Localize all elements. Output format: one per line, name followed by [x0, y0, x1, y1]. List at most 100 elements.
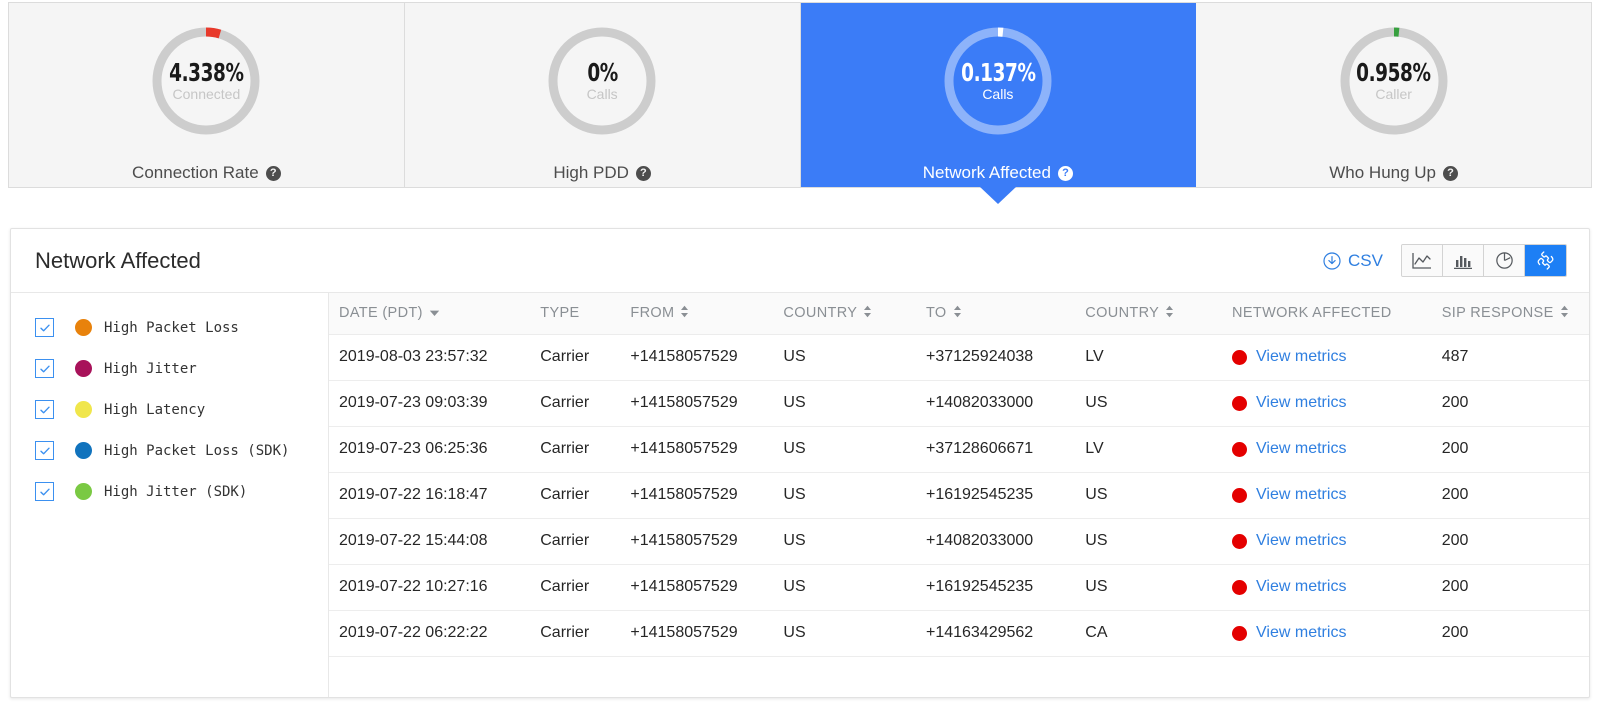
table-row[interactable]: 2019-07-23 06:25:36 Carrier +14158057529…: [329, 426, 1589, 473]
table-row[interactable]: 2019-07-22 16:18:47 Carrier +14158057529…: [329, 472, 1589, 519]
legend-item[interactable]: High Jitter (SDK): [11, 471, 328, 512]
cell-to-country: LV: [1075, 334, 1223, 381]
view-metrics-link[interactable]: View metrics: [1256, 394, 1346, 412]
kpi-card-high-pdd[interactable]: 0% Calls High PDD ?: [404, 3, 801, 187]
cell-sip-response: 200: [1431, 472, 1589, 519]
column-header-label: DATE (PDT): [339, 305, 423, 322]
cell-to: +37125924038: [915, 334, 1076, 381]
cell-type: Carrier: [530, 380, 621, 427]
legend-label: High Latency: [104, 401, 206, 418]
legend-pane: High Packet Loss High Jitter High Latenc…: [11, 293, 329, 697]
pie-chart-icon: [1494, 250, 1515, 271]
cell-to: +14082033000: [915, 518, 1076, 565]
legend-item[interactable]: High Jitter: [11, 348, 328, 389]
help-icon[interactable]: ?: [635, 165, 651, 181]
table-row[interactable]: 2019-07-22 15:44:08 Carrier +14158057529…: [329, 518, 1589, 565]
view-metrics-link[interactable]: View metrics: [1256, 578, 1346, 596]
legend-item[interactable]: High Latency: [11, 389, 328, 430]
column-header-date-pdt[interactable]: DATE (PDT): [329, 293, 531, 335]
legend-checkbox[interactable]: [35, 441, 54, 460]
legend-checkbox[interactable]: [35, 400, 54, 419]
legend-checkbox[interactable]: [35, 318, 54, 337]
column-header-country[interactable]: COUNTRY: [773, 293, 916, 335]
kpi-label-row: Who Hung Up ?: [1329, 163, 1459, 183]
kpi-card-network-affected[interactable]: 0.137% Calls Network Affected ?: [800, 3, 1197, 204]
cell-date[interactable]: 2019-07-22 16:18:47: [329, 472, 531, 519]
column-header-from[interactable]: FROM: [620, 293, 774, 335]
cell-from-country: US: [773, 472, 916, 519]
donut-gauge: 0% Calls: [542, 21, 662, 141]
cell-from: +14158057529: [620, 610, 774, 657]
pie-chart-view-button[interactable]: [1484, 245, 1525, 276]
legend-color-dot: [75, 401, 92, 418]
cell-to: +14082033000: [915, 380, 1076, 427]
sort-both-icon: [680, 305, 689, 322]
kpi-card-connection-rate[interactable]: 4.338% Connected Connection Rate ?: [9, 3, 405, 187]
status-dot: [1232, 533, 1248, 549]
cell-from: +14158057529: [620, 426, 774, 473]
kpi-label-row: High PDD ?: [553, 163, 651, 183]
legend-checkbox[interactable]: [35, 482, 54, 501]
cell-date[interactable]: 2019-07-23 06:25:36: [329, 426, 531, 473]
cell-to-country: CA: [1075, 610, 1223, 657]
column-header-type: TYPE: [530, 293, 621, 335]
table-row[interactable]: 2019-07-22 10:27:16 Carrier +14158057529…: [329, 564, 1589, 611]
view-metrics-link[interactable]: View metrics: [1256, 624, 1346, 642]
view-metrics-link[interactable]: View metrics: [1256, 440, 1346, 458]
view-metrics-link[interactable]: View metrics: [1256, 348, 1346, 366]
cell-date[interactable]: 2019-07-22 15:44:08: [329, 518, 531, 565]
cell-network-affected: View metrics: [1222, 426, 1432, 473]
view-metrics-link[interactable]: View metrics: [1256, 532, 1346, 550]
cell-from-country: US: [773, 610, 916, 657]
status-dot: [1232, 349, 1248, 365]
legend-label: High Packet Loss (SDK): [104, 442, 290, 459]
legend-item[interactable]: High Packet Loss: [11, 307, 328, 348]
kpi-label: Who Hung Up: [1329, 163, 1437, 182]
help-icon[interactable]: ?: [265, 165, 281, 181]
column-header-country[interactable]: COUNTRY: [1075, 293, 1223, 335]
help-icon[interactable]: ?: [1057, 165, 1073, 181]
bar-chart-view-button[interactable]: [1443, 245, 1484, 276]
cell-type: Carrier: [530, 426, 621, 473]
cell-date[interactable]: 2019-07-22 10:27:16: [329, 564, 531, 611]
kpi-card-who-hung-up[interactable]: 0.958% Caller Who Hung Up ?: [1196, 3, 1591, 187]
column-header-to[interactable]: TO: [915, 293, 1076, 335]
cell-date[interactable]: 2019-07-23 09:03:39: [329, 380, 531, 427]
bar-chart-icon: [1452, 251, 1474, 271]
panel-header: Network Affected CSV: [11, 229, 1589, 293]
table-row[interactable]: 2019-07-23 09:03:39 Carrier +14158057529…: [329, 380, 1589, 427]
column-header-label: SIP RESPONSE: [1441, 305, 1554, 322]
cell-from-country: US: [773, 564, 916, 611]
column-header-sip-response[interactable]: SIP RESPONSE: [1431, 293, 1589, 335]
cell-date[interactable]: 2019-07-22 06:22:22: [329, 610, 531, 657]
cell-from-country: US: [773, 426, 916, 473]
table-row[interactable]: 2019-08-03 23:57:32 Carrier +14158057529…: [329, 334, 1589, 381]
legend-checkbox[interactable]: [35, 359, 54, 378]
table-row[interactable]: 2019-07-22 06:22:22 Carrier +14158057529…: [329, 610, 1589, 657]
cell-to: +37128606671: [915, 426, 1076, 473]
sort-both-icon: [1560, 305, 1569, 322]
cell-from-country: US: [773, 334, 916, 381]
cell-type: Carrier: [530, 564, 621, 611]
cell-to-country: US: [1075, 518, 1223, 565]
dashboard-page: 4.338% Connected Connection Rate ? 0% Ca…: [0, 0, 1600, 728]
legend-item[interactable]: High Packet Loss (SDK): [11, 430, 328, 471]
table-body: 2019-08-03 23:57:32 Carrier +14158057529…: [329, 334, 1589, 657]
kpi-label-row: Network Affected ?: [923, 163, 1073, 183]
table-header: DATE (PDT) TYPE FROM COUNTRY TO COUNTRY NETWOR…: [329, 293, 1589, 335]
help-icon[interactable]: ?: [1443, 165, 1459, 181]
cell-from: +14158057529: [620, 334, 774, 381]
cell-sip-response: 200: [1431, 518, 1589, 565]
cell-type: Carrier: [530, 518, 621, 565]
cell-date[interactable]: 2019-08-03 23:57:32: [329, 334, 531, 381]
panel-title: Network Affected: [35, 247, 201, 273]
kpi-label: Network Affected: [922, 163, 1051, 182]
view-metrics-link[interactable]: View metrics: [1256, 486, 1346, 504]
panel-body: High Packet Loss High Jitter High Latenc…: [11, 293, 1589, 697]
cell-to: +14163429562: [915, 610, 1076, 657]
csv-download-button[interactable]: CSV: [1323, 251, 1383, 271]
line-chart-view-button[interactable]: [1402, 245, 1443, 276]
column-header-label: COUNTRY: [783, 305, 858, 322]
sort-descending-icon: [429, 305, 440, 321]
call-log-view-button[interactable]: [1525, 245, 1566, 276]
